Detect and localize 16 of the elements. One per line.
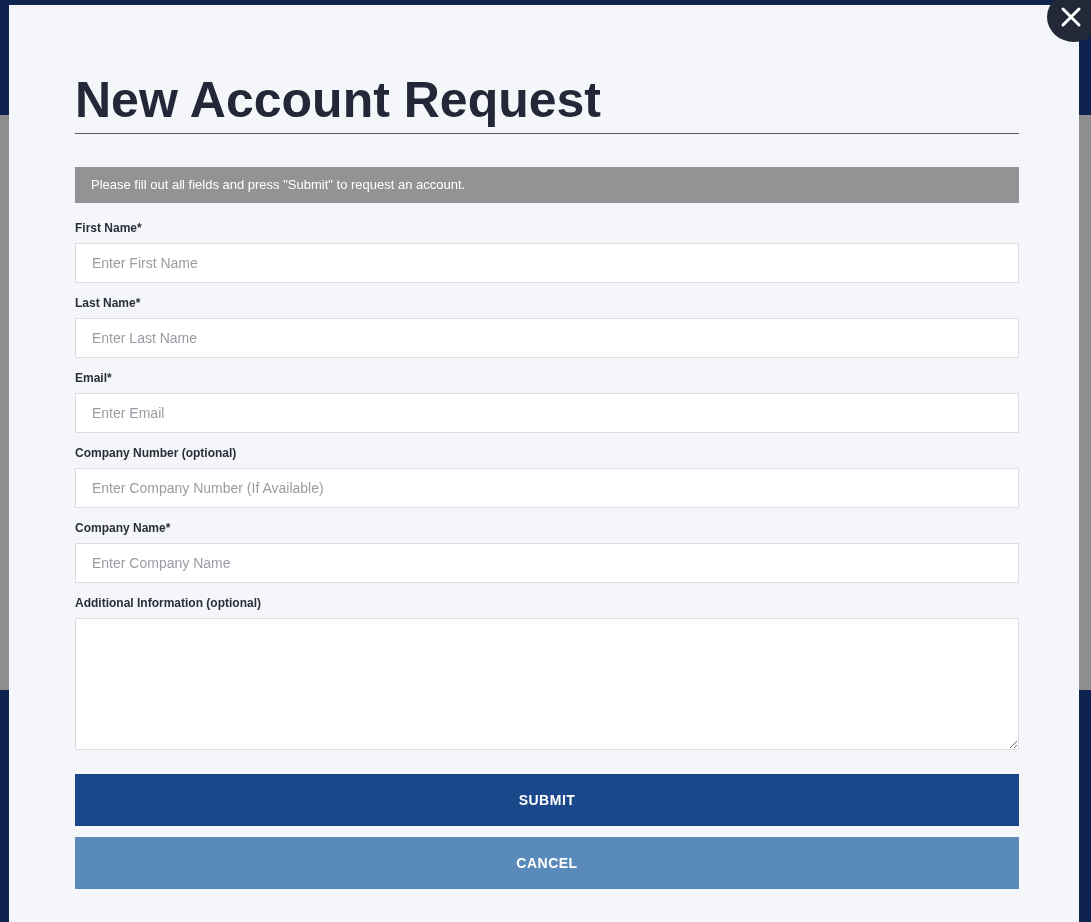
close-icon [1060, 6, 1082, 28]
field-label: Email* [75, 371, 113, 385]
dialog-title: New Account Request [75, 71, 1019, 134]
field-label: Company Number (optional) [75, 446, 238, 460]
field-label: First Name* [75, 221, 143, 235]
field-label: Company Name* [75, 521, 172, 535]
input-field[interactable]: Enter Company Number (If Available) [75, 468, 1019, 508]
notice-banner: Please fill out all fields and press "Submit" to request an account. [75, 167, 1019, 203]
input-field[interactable]: Enter First Name [75, 243, 1019, 283]
field-label: Last Name* [75, 296, 142, 310]
field-label: Additional Information (optional) [75, 596, 262, 610]
cancel-button[interactable]: CANCEL [75, 837, 1019, 889]
input-field[interactable]: Enter Company Name [75, 543, 1019, 583]
input-field[interactable]: Enter Email [75, 393, 1019, 433]
input-field[interactable]: Enter Last Name [75, 318, 1019, 358]
submit-button[interactable]: SUBMIT [75, 774, 1019, 826]
